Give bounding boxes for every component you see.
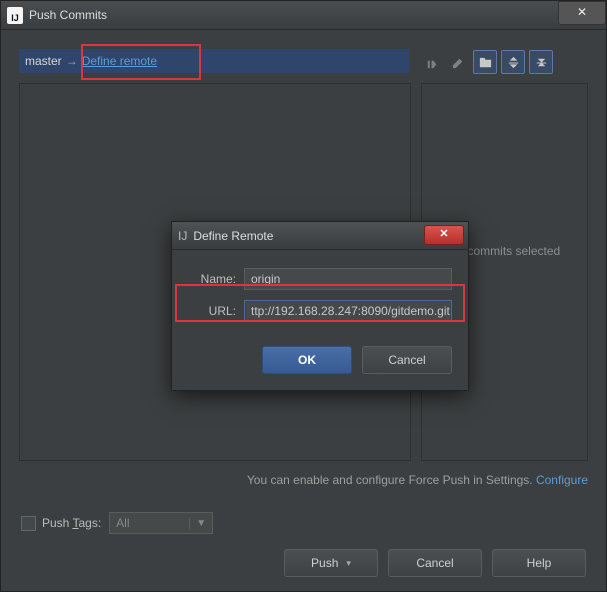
- push-tags-label-post: ags:: [78, 516, 101, 530]
- url-row: URL: ttp://192.168.28.247:8090/gitdemo.g…: [188, 300, 452, 322]
- name-input[interactable]: origin: [244, 268, 452, 290]
- branch-name: master: [25, 54, 62, 68]
- window-close-button[interactable]: ✕: [558, 1, 606, 25]
- push-tags-combo-value: All: [116, 516, 129, 530]
- url-input[interactable]: ttp://192.168.28.247:8090/gitdemo.git: [244, 300, 452, 322]
- main-button-bar: Push Cancel Help: [284, 549, 586, 577]
- help-button[interactable]: Help: [492, 549, 586, 577]
- ok-button[interactable]: OK: [262, 346, 352, 374]
- dialog-body: Name: origin URL: ttp://192.168.28.247:8…: [172, 250, 468, 336]
- cherry-pick-icon[interactable]: [421, 51, 443, 73]
- define-remote-link[interactable]: Define remote: [82, 54, 157, 68]
- push-tags-area: Push Tags: All ▼: [21, 509, 586, 537]
- arrow-icon: →: [66, 54, 78, 68]
- collapse-all-icon[interactable]: [529, 50, 553, 74]
- window-title: Push Commits: [29, 8, 107, 22]
- push-tags-label-pre: Push: [42, 516, 72, 530]
- chevron-down-icon: ▼: [189, 518, 206, 529]
- hint-text: You can enable and configure Force Push …: [247, 473, 533, 487]
- push-button[interactable]: Push: [284, 549, 378, 577]
- right-toolbar: [421, 49, 553, 75]
- dialog-cancel-button[interactable]: Cancel: [362, 346, 452, 374]
- push-tags-checkbox[interactable]: [21, 516, 36, 531]
- expand-all-icon[interactable]: [501, 50, 525, 74]
- name-row: Name: origin: [188, 268, 452, 290]
- push-commits-window: IJ Push Commits ✕ master → Define remote: [0, 0, 607, 592]
- dialog-title: Define Remote: [193, 229, 273, 243]
- name-label: Name:: [188, 272, 236, 286]
- force-push-hint: You can enable and configure Force Push …: [11, 473, 588, 487]
- intellij-icon: IJ: [178, 229, 187, 243]
- cancel-button[interactable]: Cancel: [388, 549, 482, 577]
- intellij-icon: IJ: [7, 7, 23, 24]
- main-titlebar[interactable]: IJ Push Commits ✕: [1, 1, 606, 30]
- dialog-close-button[interactable]: ✕: [424, 225, 464, 245]
- push-button-label: Push: [311, 556, 338, 570]
- define-remote-dialog: IJ Define Remote ✕ Name: origin URL: ttp…: [171, 221, 469, 391]
- dialog-button-bar: OK Cancel: [172, 336, 468, 390]
- branch-row[interactable]: master → Define remote: [19, 49, 409, 73]
- url-label: URL:: [188, 304, 236, 318]
- configure-link[interactable]: Configure: [536, 473, 588, 487]
- push-tags-label: Push Tags:: [42, 516, 101, 530]
- push-tags-combo[interactable]: All ▼: [109, 512, 213, 534]
- group-by-directory-icon[interactable]: [473, 50, 497, 74]
- edit-icon[interactable]: [447, 51, 469, 73]
- dialog-titlebar[interactable]: IJ Define Remote ✕: [172, 222, 468, 250]
